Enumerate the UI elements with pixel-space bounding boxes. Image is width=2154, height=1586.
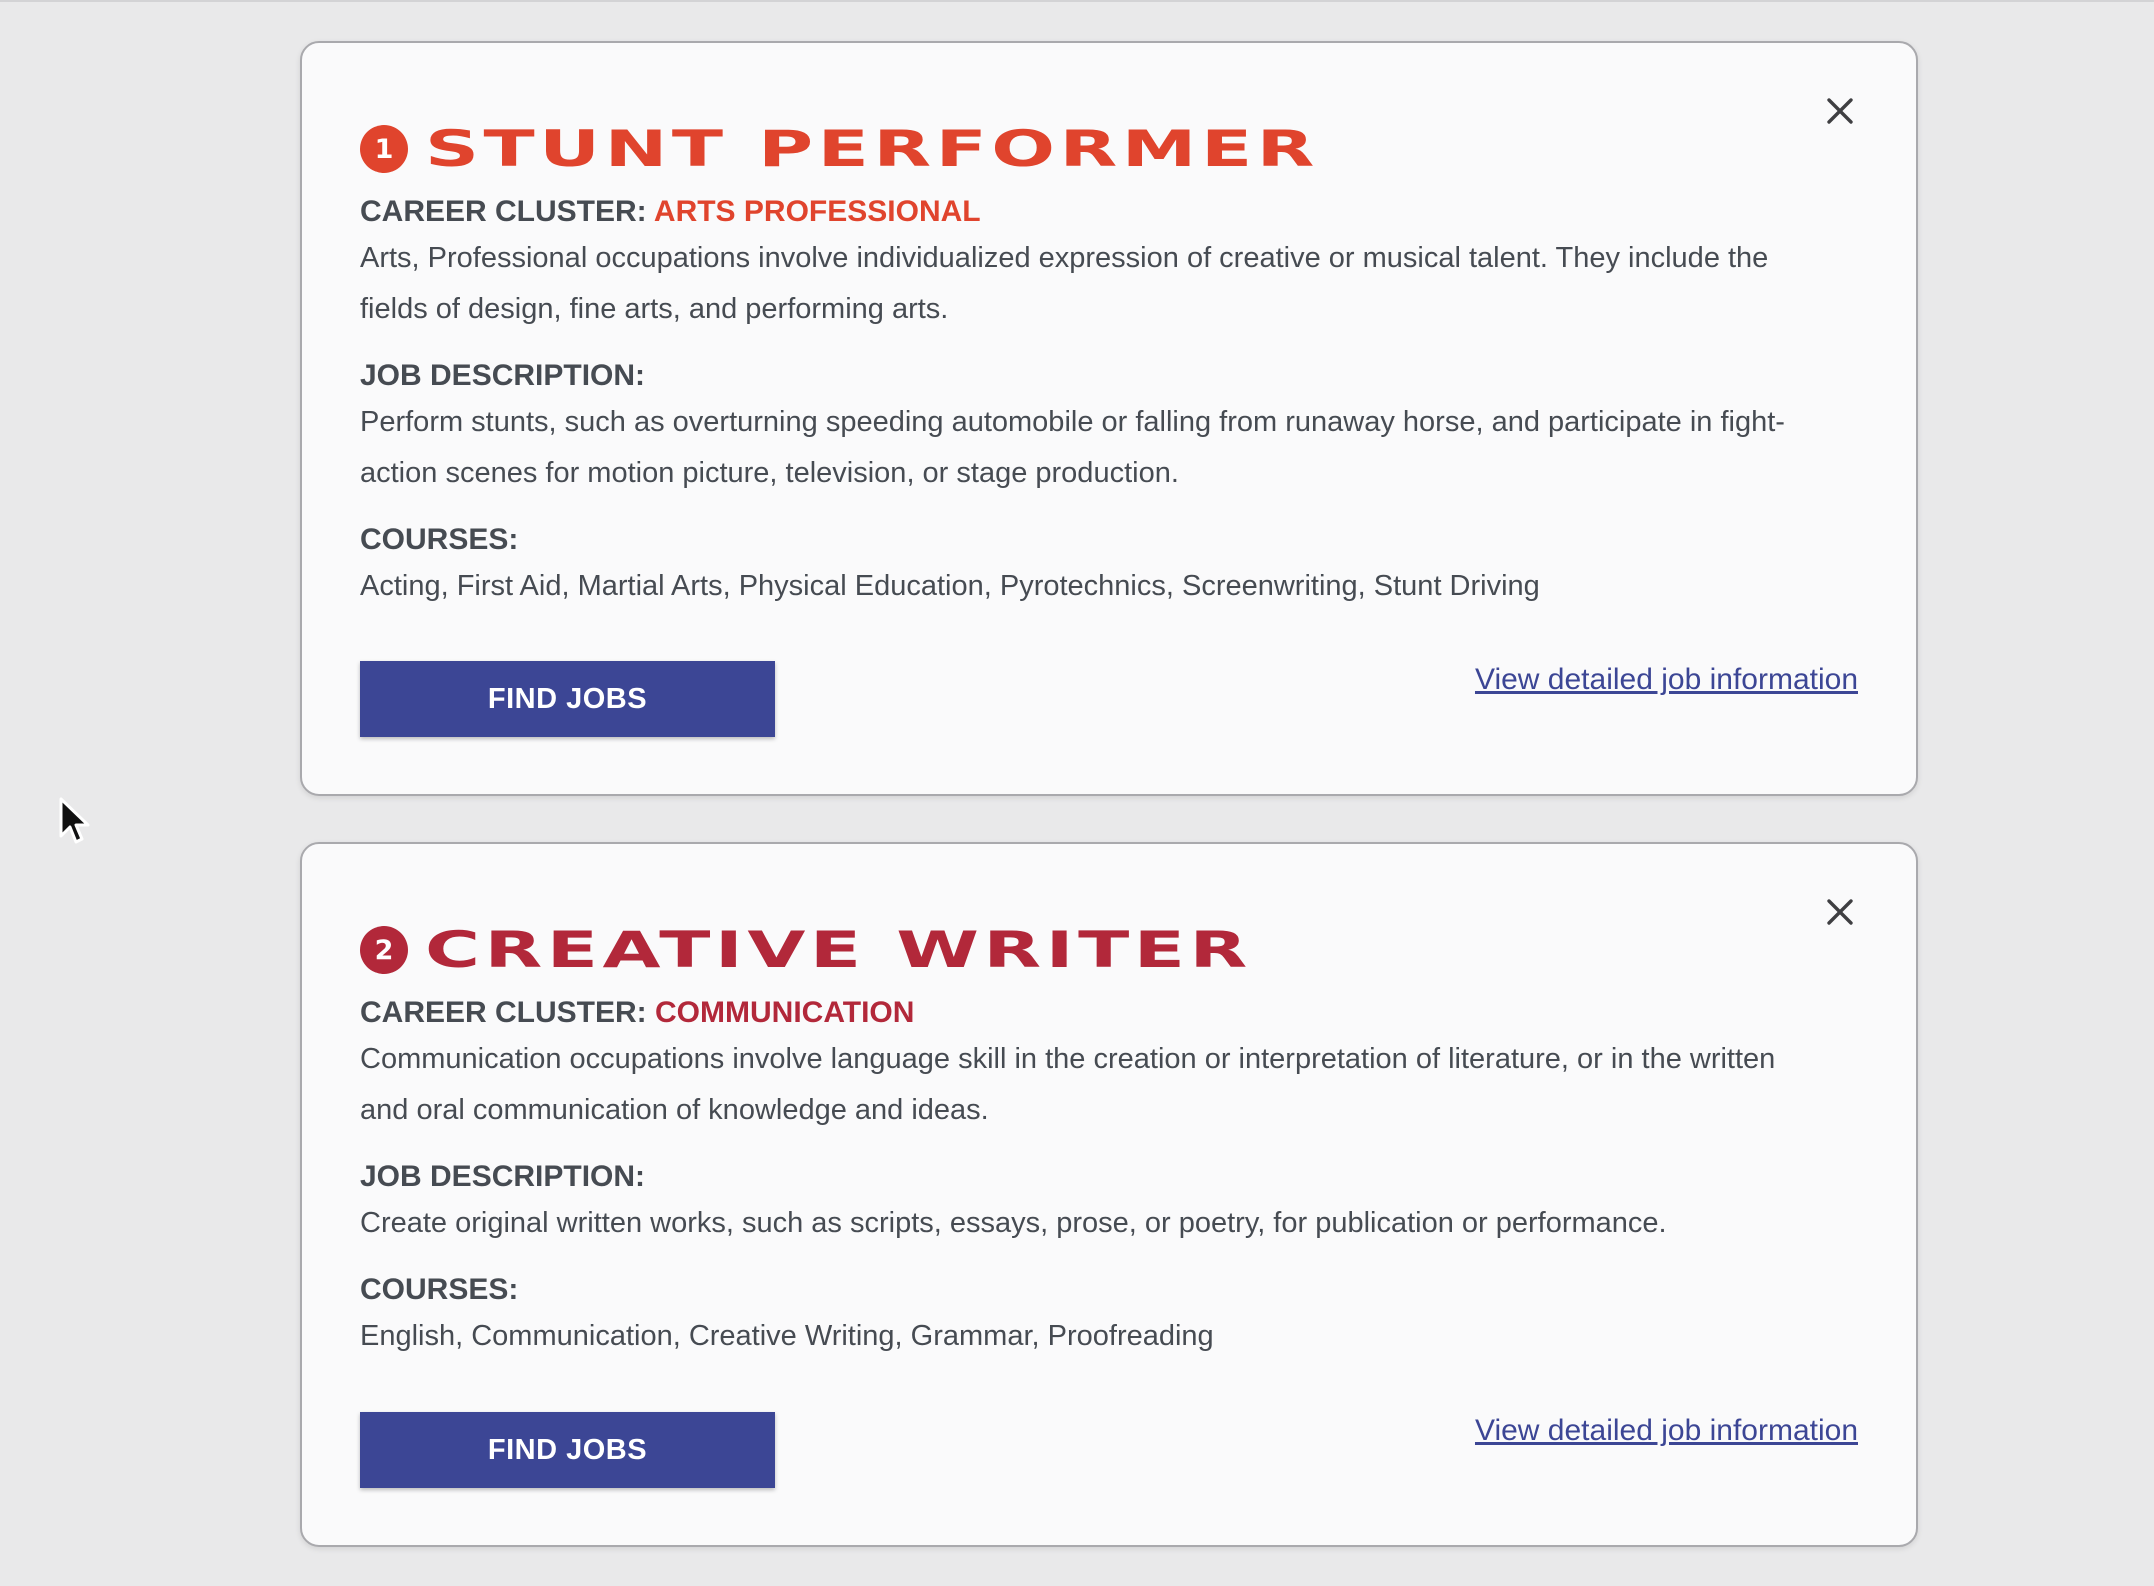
career-title-row: 1 STUNT PERFORMER [360,119,1314,179]
job-description-label: JOB DESCRIPTION: [360,359,646,392]
career-cluster-heading: CAREER CLUSTER: COMMUNICATION [360,994,1830,1032]
career-details: CAREER CLUSTER: ARTS PROFESSIONAL Arts, … [360,193,1830,612]
job-description-text: Perform stunts, such as overturning spee… [360,406,1785,489]
rank-badge: 2 [360,926,408,974]
career-cluster-heading: CAREER CLUSTER: ARTS PROFESSIONAL [360,193,1830,231]
career-card-creative-writer: 2 CREATIVE WRITER CAREER CLUSTER: COMMUN… [300,842,1918,1547]
job-description-label: JOB DESCRIPTION: [360,1160,646,1193]
career-cluster-description: Communication occupations involve langua… [360,1043,1776,1126]
courses-label: COURSES: [360,523,519,556]
job-description-text: Create original written works, such as s… [360,1207,1667,1239]
find-jobs-button[interactable]: FIND JOBS [360,661,775,737]
courses-list: English, Communication, Creative Writing… [360,1320,1214,1352]
close-icon[interactable] [1820,892,1860,932]
career-cluster-description: Arts, Professional occupations involve i… [360,242,1769,325]
career-cluster-label: CAREER CLUSTER: [360,996,647,1029]
career-cluster-name: ARTS PROFESSIONAL [653,195,981,228]
view-detailed-job-info-link[interactable]: View detailed job information [1475,1414,1858,1448]
top-divider [0,0,2154,2]
career-details: CAREER CLUSTER: COMMUNICATION Communicat… [360,994,1830,1362]
career-cluster-name: COMMUNICATION [655,996,915,1029]
career-title-row: 2 CREATIVE WRITER [360,920,1247,980]
view-detailed-job-info-link[interactable]: View detailed job information [1475,663,1858,697]
rank-badge: 1 [360,125,408,173]
courses-list: Acting, First Aid, Martial Arts, Physica… [360,570,1540,602]
courses-label: COURSES: [360,1273,519,1306]
find-jobs-button[interactable]: FIND JOBS [360,1412,775,1488]
close-icon[interactable] [1820,91,1860,131]
career-card-stunt-performer: 1 STUNT PERFORMER CAREER CLUSTER: ARTS P… [300,41,1918,796]
career-title: CREATIVE WRITER [425,921,1252,979]
mouse-pointer-icon [58,796,92,850]
career-title: STUNT PERFORMER [425,120,1319,178]
career-cluster-label: CAREER CLUSTER: [360,195,647,228]
